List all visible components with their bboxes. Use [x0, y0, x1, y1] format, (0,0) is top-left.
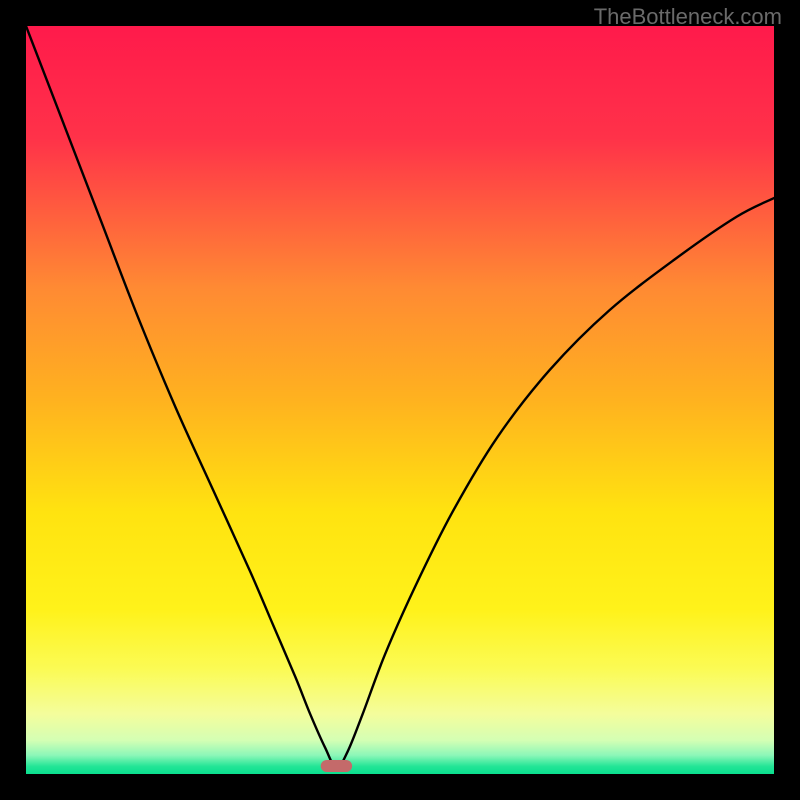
chart-background-gradient: [26, 26, 774, 774]
watermark-text: TheBottleneck.com: [594, 4, 782, 30]
optimum-marker: [321, 760, 352, 772]
chart-svg: [26, 26, 774, 774]
chart-plot-area: [26, 26, 774, 774]
